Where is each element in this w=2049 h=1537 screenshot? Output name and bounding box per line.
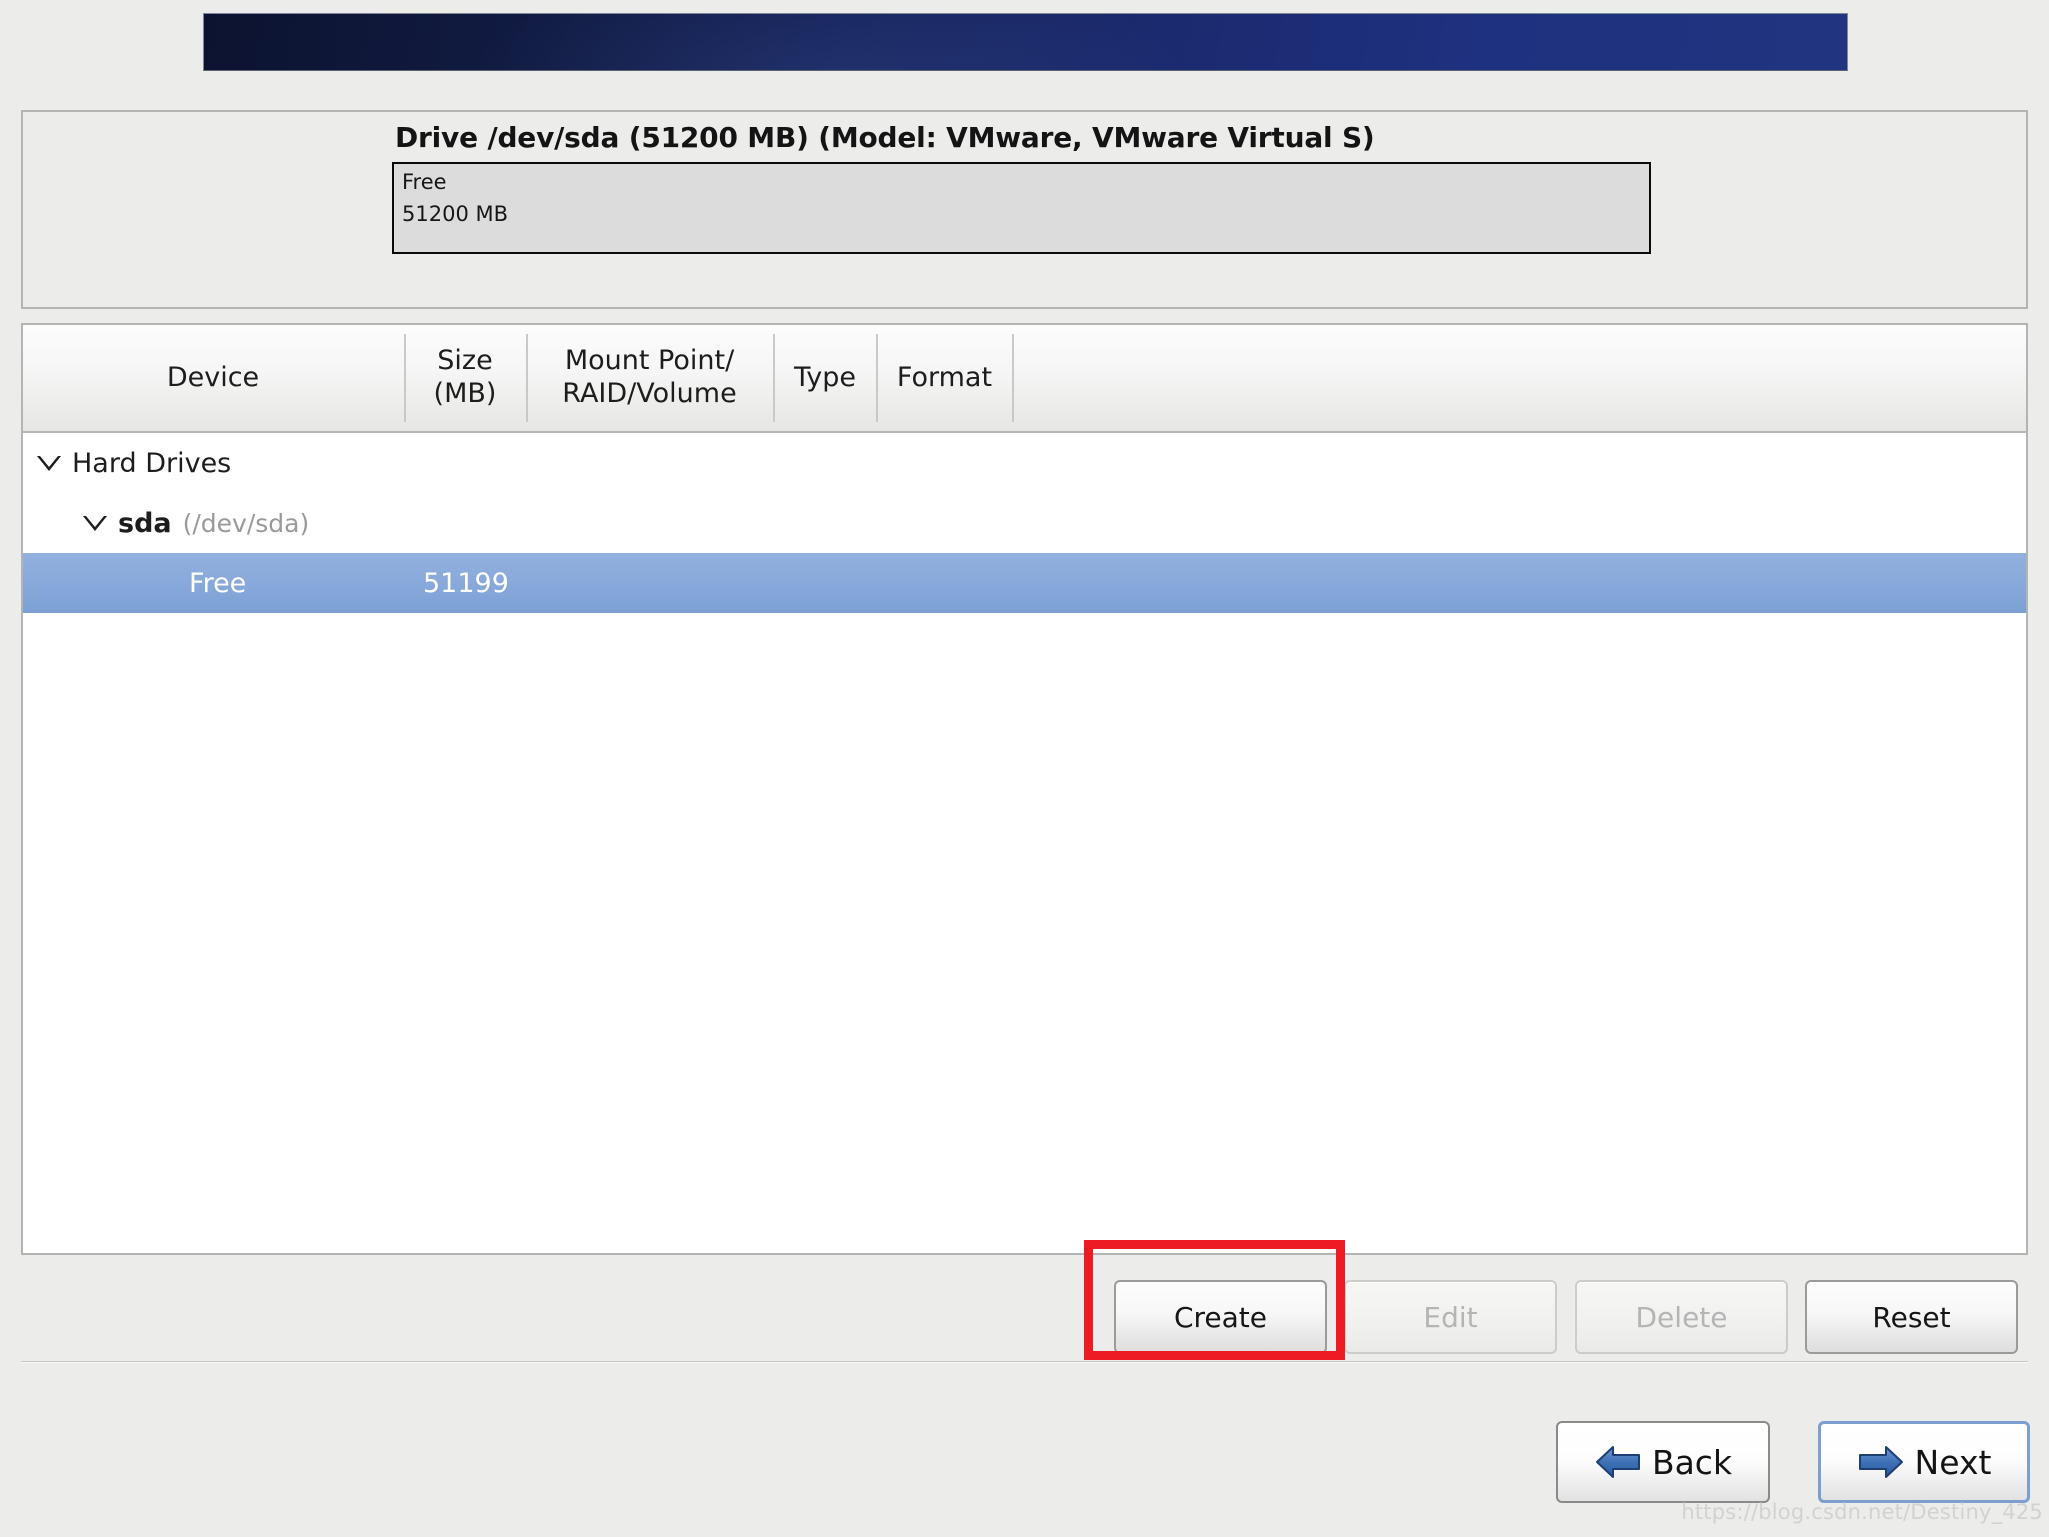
column-header-device[interactable]: Device [23, 325, 403, 431]
device-name: sda [118, 507, 172, 539]
delete-button: Delete [1575, 1280, 1788, 1354]
next-button[interactable]: Next [1818, 1421, 2030, 1503]
column-header-mount-point[interactable]: Mount Point/ RAID/Volume [528, 325, 771, 431]
column-header-mount-line1: Mount Point/ [564, 345, 735, 377]
banner-area [0, 0, 2049, 78]
next-button-label: Next [1914, 1442, 1992, 1482]
column-divider-5[interactable] [1012, 334, 1014, 422]
device-table-body: Hard Drives sda (/dev/sda) Free 51199 [23, 433, 2026, 1253]
triangle-down-icon[interactable] [83, 515, 107, 531]
edit-button: Edit [1344, 1280, 1557, 1354]
watermark: https://blog.csdn.net/Destiny_425 [1681, 1500, 2043, 1524]
drive-partition-bar[interactable]: Free 51200 MB [392, 162, 1651, 254]
column-header-size[interactable]: Size (MB) [406, 325, 524, 431]
back-button[interactable]: Back [1556, 1421, 1770, 1503]
partition-action-bar: Create Edit Delete Reset [21, 1258, 2028, 1358]
table-row[interactable]: Free 51199 [23, 553, 2026, 613]
create-button[interactable]: Create [1114, 1280, 1327, 1354]
footer-divider [21, 1361, 2028, 1363]
device-path: (/dev/sda) [182, 508, 310, 538]
device-name: Free [189, 567, 247, 599]
reset-button[interactable]: Reset [1805, 1280, 2018, 1354]
device-table-header: Device Size (MB) Mount Point/ RAID/Volum… [23, 325, 2026, 433]
device-table-panel: Device Size (MB) Mount Point/ RAID/Volum… [21, 323, 2028, 1255]
triangle-down-icon[interactable] [37, 455, 61, 471]
partition-segment-name: Free [402, 170, 447, 194]
column-header-type[interactable]: Type [775, 325, 875, 431]
partition-segment-size: 51200 MB [402, 202, 509, 226]
column-header-size-line2: (MB) [433, 378, 497, 409]
table-row[interactable]: sda (/dev/sda) [23, 493, 2026, 553]
column-header-size-line1: Size [437, 345, 493, 377]
table-row[interactable]: Hard Drives [23, 433, 2026, 493]
column-header-mount-line2: RAID/Volume [562, 378, 737, 409]
drive-visualization-panel: Drive /dev/sda (51200 MB) (Model: VMware… [21, 110, 2028, 309]
arrow-left-icon [1595, 1446, 1640, 1478]
brand-banner [203, 13, 1848, 71]
drive-title: Drive /dev/sda (51200 MB) (Model: VMware… [395, 121, 1375, 154]
device-name: Hard Drives [72, 447, 232, 479]
back-button-label: Back [1651, 1442, 1733, 1482]
column-header-format[interactable]: Format [878, 325, 1011, 431]
device-size: 51199 [423, 567, 509, 599]
arrow-right-icon [1858, 1446, 1903, 1478]
